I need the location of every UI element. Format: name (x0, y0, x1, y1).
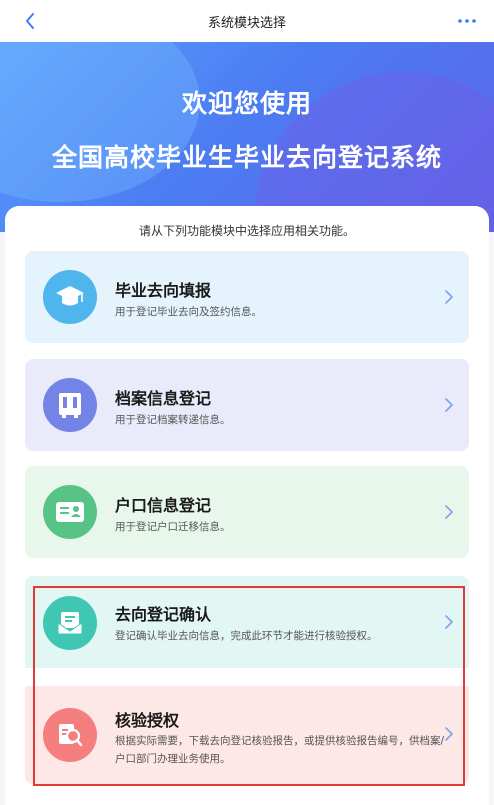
module-card-archive-registration[interactable]: 档案信息登记 用于登记档案转递信息。 (25, 359, 469, 451)
intro-text: 请从下列功能模块中选择应用相关功能。 (138, 224, 355, 238)
module-description: 登记确认毕业去向信息，完成此环节才能进行核验授权。 (115, 630, 378, 642)
back-button[interactable] (18, 9, 42, 33)
page-title: 系统模块选择 (207, 15, 286, 31)
module-card-verification-authorization[interactable]: 核验授权 根据实际需要，下载去向登记核验报告，或提供核验报告编号，供档案/户口部… (25, 686, 469, 784)
chevron-right-icon (441, 504, 457, 520)
module-card-graduation-destination[interactable]: 毕业去向填报 用于登记毕业去向及签约信息。 (25, 251, 469, 343)
system-name-heading: 全国高校毕业生毕业去向登记系统 (51, 143, 442, 172)
confirm-document-icon (57, 612, 83, 635)
welcome-heading: 欢迎您使用 (181, 89, 312, 118)
module-title: 毕业去向填报 (115, 281, 212, 300)
module-description: 用于登记毕业去向及签约信息。 (115, 306, 262, 318)
chevron-right-icon (441, 397, 457, 413)
module-title: 户口信息登记 (115, 496, 212, 515)
module-icon-circle (43, 596, 97, 650)
more-dots-icon (458, 19, 476, 23)
hero-banner: 欢迎您使用 全国高校毕业生毕业去向登记系统 (0, 42, 494, 232)
more-button[interactable] (454, 9, 480, 33)
chevron-right-icon (441, 726, 457, 742)
nav-bar: 系统模块选择 (0, 0, 494, 42)
module-title: 核验授权 (115, 711, 180, 730)
module-icon-circle (43, 708, 97, 762)
module-description: 用于登记户口迁移信息。 (115, 521, 231, 533)
module-icon-circle (43, 378, 97, 432)
chevron-left-icon (26, 13, 34, 29)
module-title: 去向登记确认 (115, 605, 212, 624)
module-icon-circle (43, 485, 97, 539)
chevron-right-icon (441, 614, 457, 630)
module-icon-circle (43, 270, 97, 324)
chevron-right-icon (441, 289, 457, 305)
archive-cabinet-icon (59, 393, 81, 418)
module-description: 用于登记档案转递信息。 (115, 414, 231, 426)
module-description: 根据实际需要，下载去向登记核验报告，或提供核验报告编号，供档案/户口部门办理业务… (115, 735, 445, 765)
search-document-icon (59, 724, 83, 747)
id-card-icon (56, 502, 84, 522)
module-card-destination-confirmation[interactable]: 去向登记确认 登记确认毕业去向信息，完成此环节才能进行核验授权。 (25, 576, 469, 668)
hero-decoration (0, 42, 200, 202)
module-title: 档案信息登记 (115, 389, 212, 408)
module-card-household-registration[interactable]: 户口信息登记 用于登记户口迁移信息。 (25, 466, 469, 558)
graduation-cap-icon (56, 286, 84, 306)
